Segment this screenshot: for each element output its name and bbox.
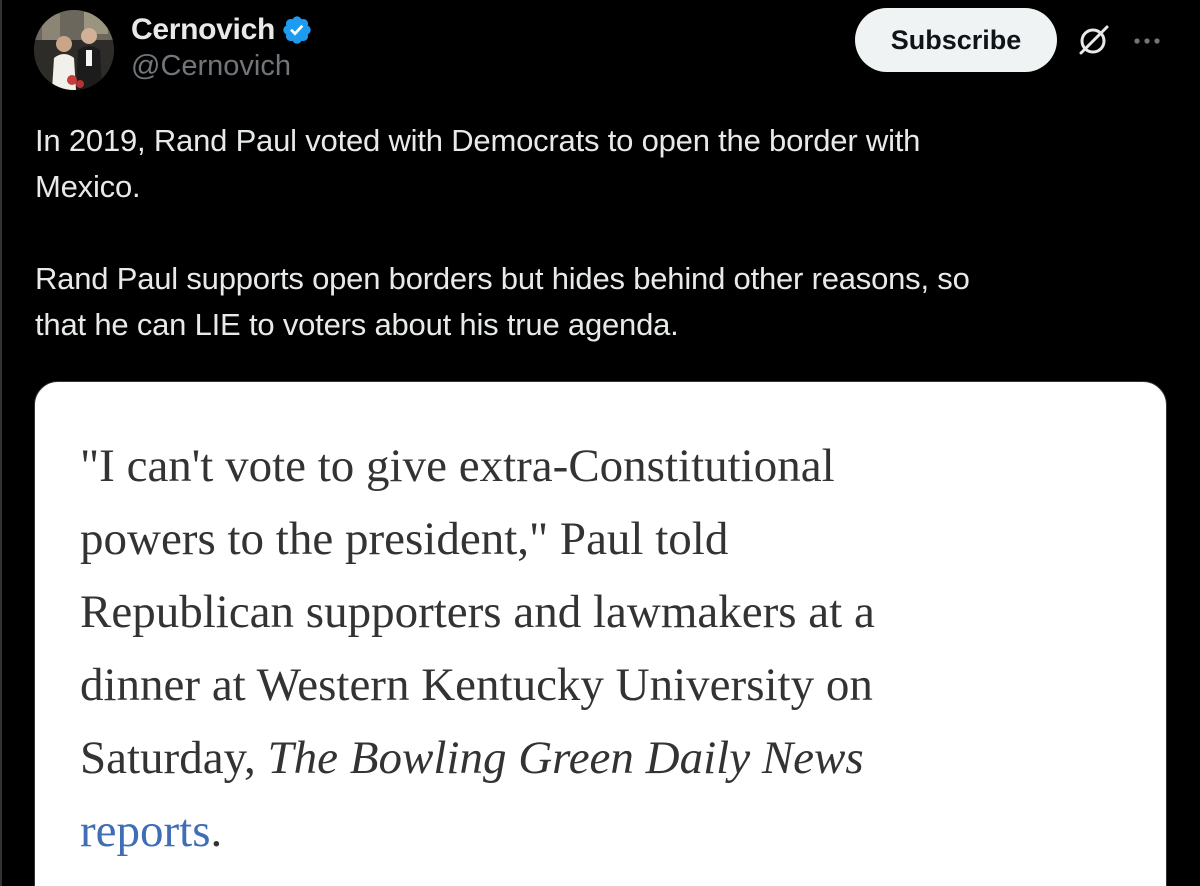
tweet-paragraph: Rand Paul supports open borders but hide… <box>35 261 970 342</box>
author-name-row[interactable]: Cernovich <box>131 10 313 50</box>
avatar[interactable] <box>34 10 114 90</box>
author-handle[interactable]: @Cernovich <box>131 50 291 83</box>
subscribe-button[interactable]: Subscribe <box>855 8 1057 72</box>
publication-name: The Bowling Green Daily News <box>267 732 864 784</box>
tweet-paragraph-spacer: ​ <box>35 210 1165 256</box>
reports-link[interactable]: reports <box>80 805 211 857</box>
tweet-text: In 2019, Rand Paul voted with Democrats … <box>35 118 1165 348</box>
avatar-photo-icon <box>34 10 114 90</box>
media-image-card[interactable]: "I can't vote to give extra-Constitution… <box>34 381 1167 886</box>
author-display-name[interactable]: Cernovich <box>131 13 275 47</box>
tweet-paragraph: In 2019, Rand Paul voted with Democrats … <box>35 123 921 204</box>
left-border <box>0 0 2 886</box>
more-icon[interactable] <box>1132 36 1162 46</box>
grok-icon[interactable] <box>1076 22 1112 58</box>
verified-badge-icon <box>283 16 311 44</box>
quote-trailing-period: . <box>210 805 223 857</box>
article-quote: "I can't vote to give extra-Constitution… <box>80 430 1120 868</box>
